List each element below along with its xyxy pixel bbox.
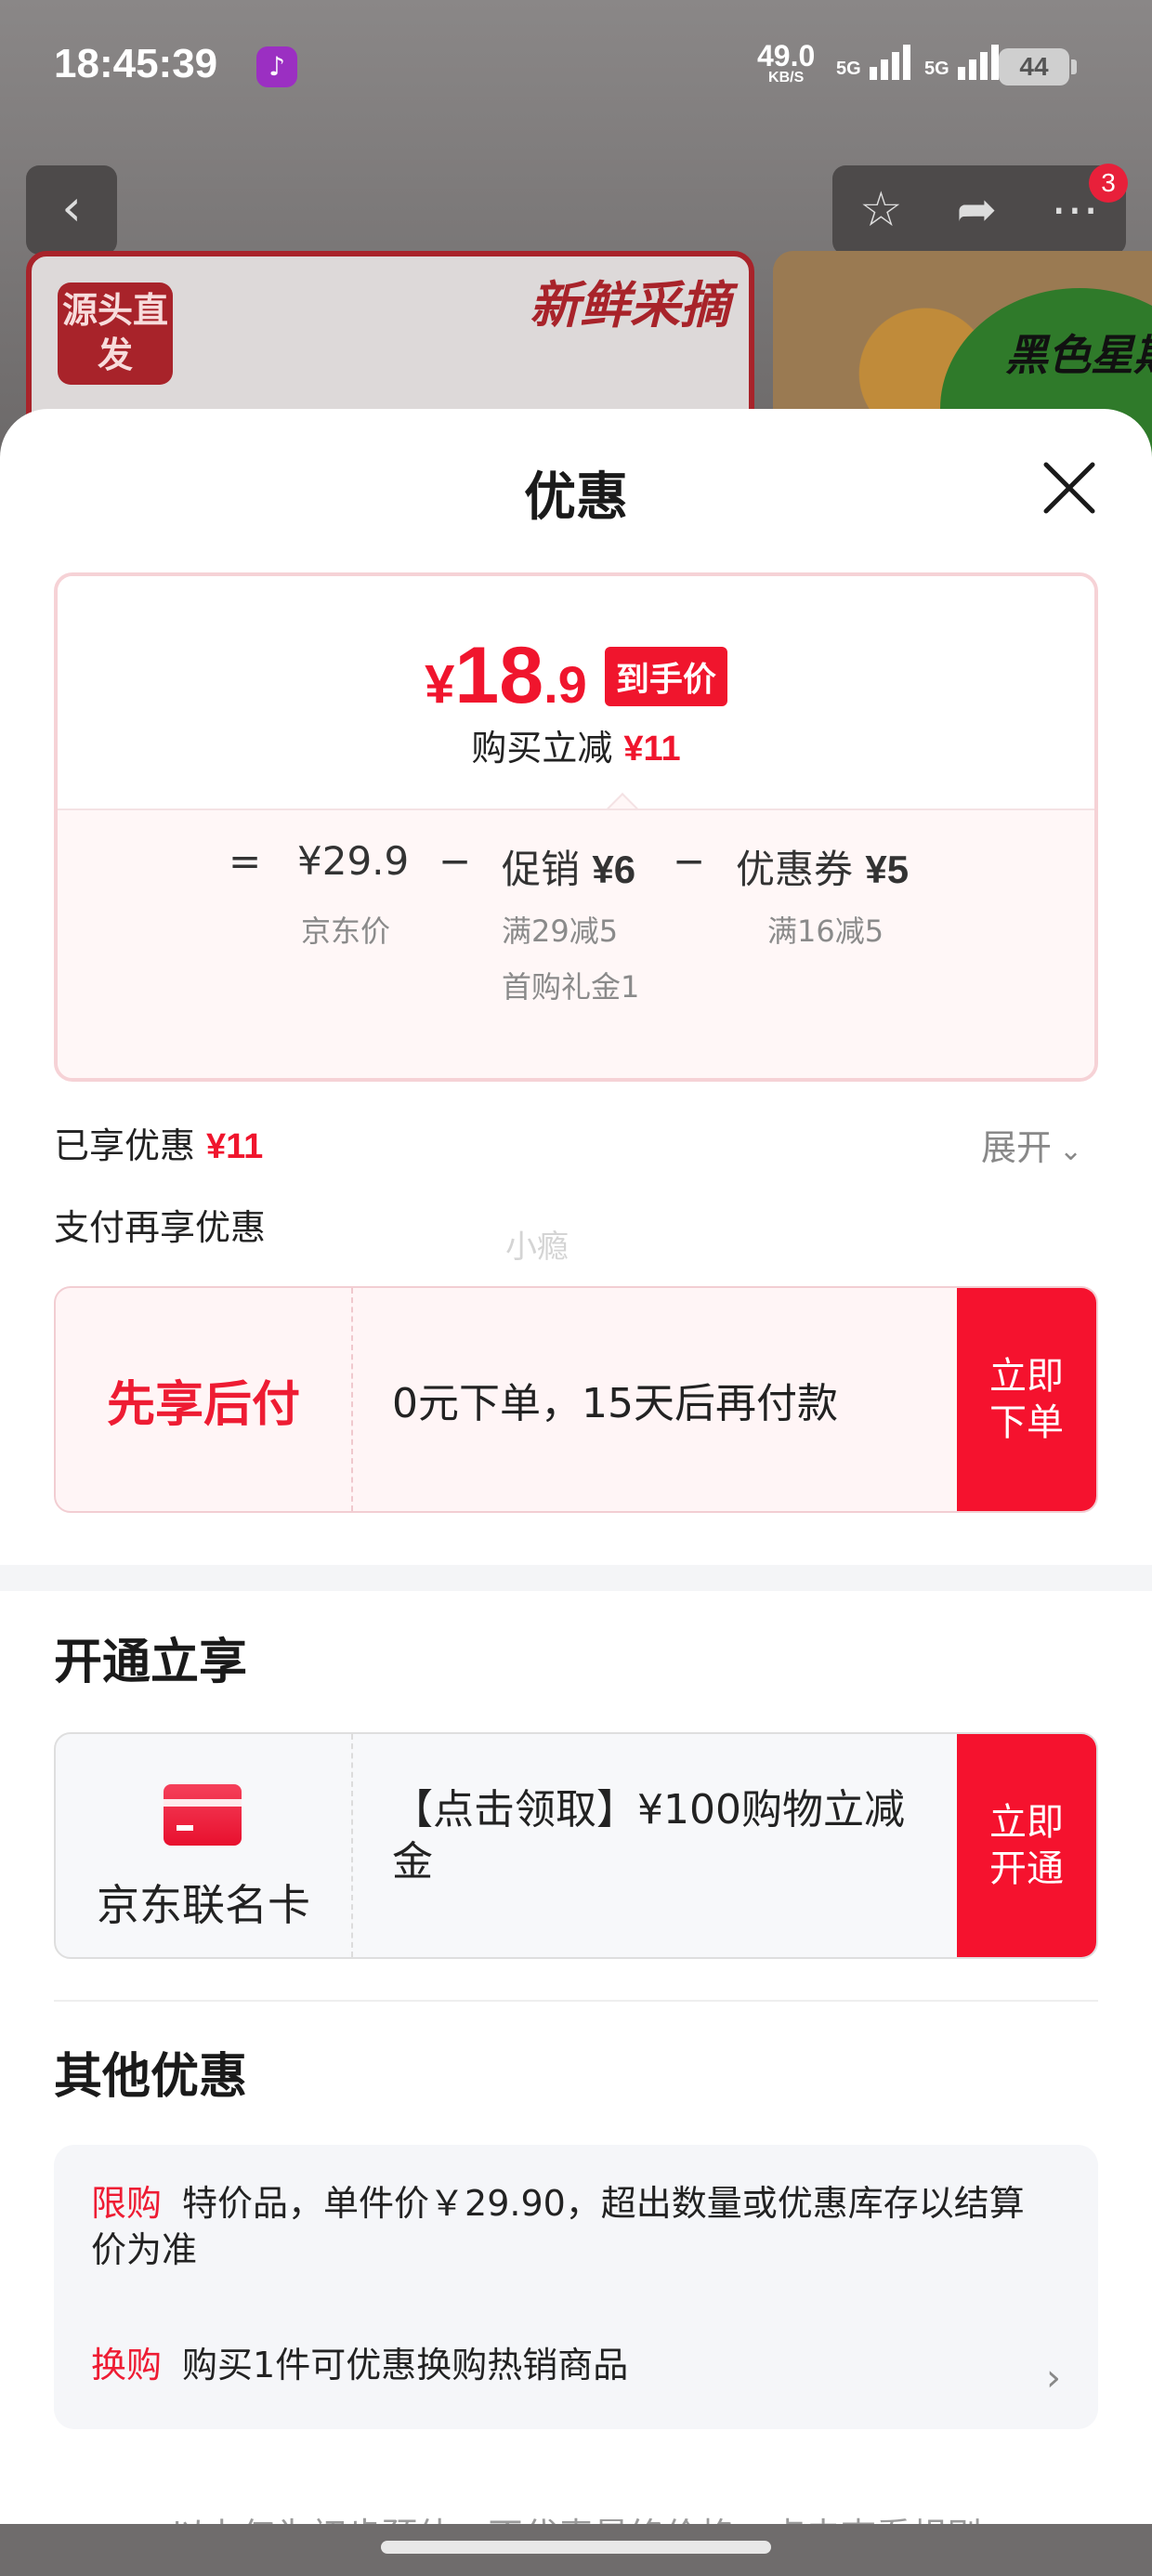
- limit-purchase-item: 限购 特价品，单件价￥29.90，超出数量或优惠库存以结算价为准: [91, 2180, 1057, 2273]
- offer-text: 特价品，单件价￥29.90，超出数量或优惠库存以结算价为准: [91, 2183, 1025, 2270]
- status-time: 18:45:39: [54, 41, 218, 86]
- co-card-left: 京东联名卡: [56, 1734, 353, 1957]
- instant-discount: 购买立减 ¥11: [58, 719, 1094, 770]
- notification-bell-icon: ♪: [256, 46, 297, 87]
- pay-section-label: 支付再享优惠: [54, 1207, 267, 1248]
- final-price-section: ¥18.9 到手价 购买立减 ¥11: [58, 576, 1094, 808]
- enjoyed-amount: ¥11: [206, 1127, 264, 1166]
- section-separator: [0, 1565, 1152, 1591]
- credit-card-icon: [164, 1784, 242, 1846]
- chevron-down-icon: ⌄: [1059, 1135, 1083, 1167]
- jd-price: ¥29.9: [297, 838, 410, 884]
- promo-rule: 满29减5: [502, 913, 619, 949]
- share-icon[interactable]: ➦: [957, 182, 998, 238]
- equals-sign: =: [229, 838, 262, 884]
- price-decimal: .9: [543, 655, 587, 714]
- speed-unit: KB/S: [768, 70, 805, 85]
- final-price: ¥18.9: [425, 630, 587, 722]
- trade-in-item[interactable]: 换购 购买1件可优惠换购热销商品: [91, 2342, 628, 2388]
- status-bar: 18:45:39 ♪ 49.0 KB/S 5G 5G 44: [0, 0, 1152, 139]
- open-card-label: 立即开通: [989, 1801, 1064, 1890]
- price-integer: 18: [454, 631, 544, 720]
- enjoyed-discount: 已享优惠 ¥11: [54, 1117, 263, 1168]
- expand-toggle[interactable]: 展开 ⌄: [981, 1119, 1082, 1170]
- pay-later-card[interactable]: 先享后付 0元下单，15天后再付款 立即下单: [54, 1286, 1098, 1513]
- price-formula: = ¥29.9 − 促销 ¥6 − 优惠券 ¥5 京东价 满29减5 首购礼金1…: [58, 808, 1094, 1078]
- star-icon[interactable]: ☆: [859, 182, 903, 238]
- enjoyed-label: 已享优惠: [54, 1125, 196, 1166]
- coupon-label: 优惠券: [736, 847, 854, 892]
- watermark: 小瘾: [505, 1229, 569, 1266]
- network-type-1: 5G: [836, 59, 861, 79]
- close-icon[interactable]: [1039, 457, 1100, 519]
- product-page-background: 18:45:39 ♪ 49.0 KB/S 5G 5G 44 ‹ ☆ ➦ ⋯ 3 …: [0, 0, 1152, 474]
- co-branded-card[interactable]: 京东联名卡 【点击领取】¥100购物立减金 立即开通: [54, 1732, 1098, 1959]
- coupon-rule: 满16减5: [767, 913, 884, 949]
- divider: [54, 2000, 1098, 2002]
- chevron-left-icon: ‹: [61, 178, 82, 237]
- pay-later-desc: 0元下单，15天后再付款: [392, 1380, 838, 1427]
- signal-icon: 5G: [836, 45, 911, 80]
- back-button[interactable]: ‹: [26, 165, 117, 255]
- promo-amount: 促销 ¥6: [502, 838, 635, 895]
- message-badge: 3: [1089, 164, 1128, 203]
- chevron-right-icon[interactable]: ›: [1046, 2357, 1061, 2399]
- minus-sign: −: [439, 838, 472, 884]
- first-purchase-gift: 首购礼金1: [502, 969, 640, 1005]
- nav-actions: ☆ ➦ ⋯: [832, 165, 1126, 255]
- signal-icon: 5G: [924, 45, 1000, 80]
- coupon-value: ¥5: [865, 848, 910, 891]
- order-now-label: 立即下单: [989, 1355, 1064, 1444]
- open-section-title: 开通立享: [54, 1635, 248, 1690]
- banner-slogan: 新鲜采摘: [530, 276, 730, 335]
- speed-value: 49.0: [757, 39, 816, 72]
- battery-icon: 44: [999, 48, 1077, 85]
- jd-price-label: 京东价: [301, 913, 391, 949]
- currency-symbol: ¥: [425, 654, 455, 715]
- promo-value: ¥6: [592, 848, 636, 891]
- network-type-2: 5G: [924, 59, 949, 79]
- price-breakdown-card: ¥18.9 到手价 购买立减 ¥11 = ¥29.9 − 促销 ¥6 − 优惠券 …: [54, 572, 1098, 1082]
- co-card-desc: 【点击领取】¥100购物立减金: [392, 1786, 905, 1886]
- instant-discount-amount: ¥11: [623, 729, 681, 769]
- network-speed: 49.0 KB/S: [757, 41, 815, 85]
- minus-sign: −: [673, 838, 706, 884]
- coupon-amount: 优惠券 ¥5: [736, 838, 909, 895]
- promo-label: 促销: [502, 847, 581, 892]
- offer-kind: 换购: [91, 2345, 163, 2385]
- offer-kind: 限购: [91, 2183, 163, 2224]
- other-section-title: 其他优惠: [54, 2049, 248, 2105]
- final-price-tag: 到手价: [604, 646, 727, 706]
- instant-discount-label: 购买立减: [471, 728, 613, 769]
- sheet-title: 优惠: [524, 467, 628, 528]
- co-card-title: 京东联名卡: [97, 1880, 310, 1930]
- other-offers-box: 限购 特价品，单件价￥29.90，超出数量或优惠库存以结算价为准 换购 购买1件可优…: [54, 2145, 1098, 2429]
- final-price-row: ¥18.9 到手价: [58, 630, 1094, 722]
- offer-text: 购买1件可优惠换购热销商品: [182, 2345, 629, 2385]
- banner-tag: 源头直发: [58, 283, 173, 385]
- promo-badge-text: 黑色星期五: [1005, 330, 1152, 380]
- open-card-button[interactable]: 立即开通: [957, 1734, 1096, 1957]
- expand-label: 展开: [981, 1127, 1053, 1168]
- home-indicator[interactable]: [381, 2541, 771, 2554]
- order-now-button[interactable]: 立即下单: [957, 1288, 1096, 1511]
- pay-later-title: 先享后付: [56, 1288, 353, 1511]
- discount-sheet: 优惠 ¥18.9 到手价 购买立减 ¥11 = ¥29.9 − 促销 ¥6 − 优…: [0, 409, 1152, 2576]
